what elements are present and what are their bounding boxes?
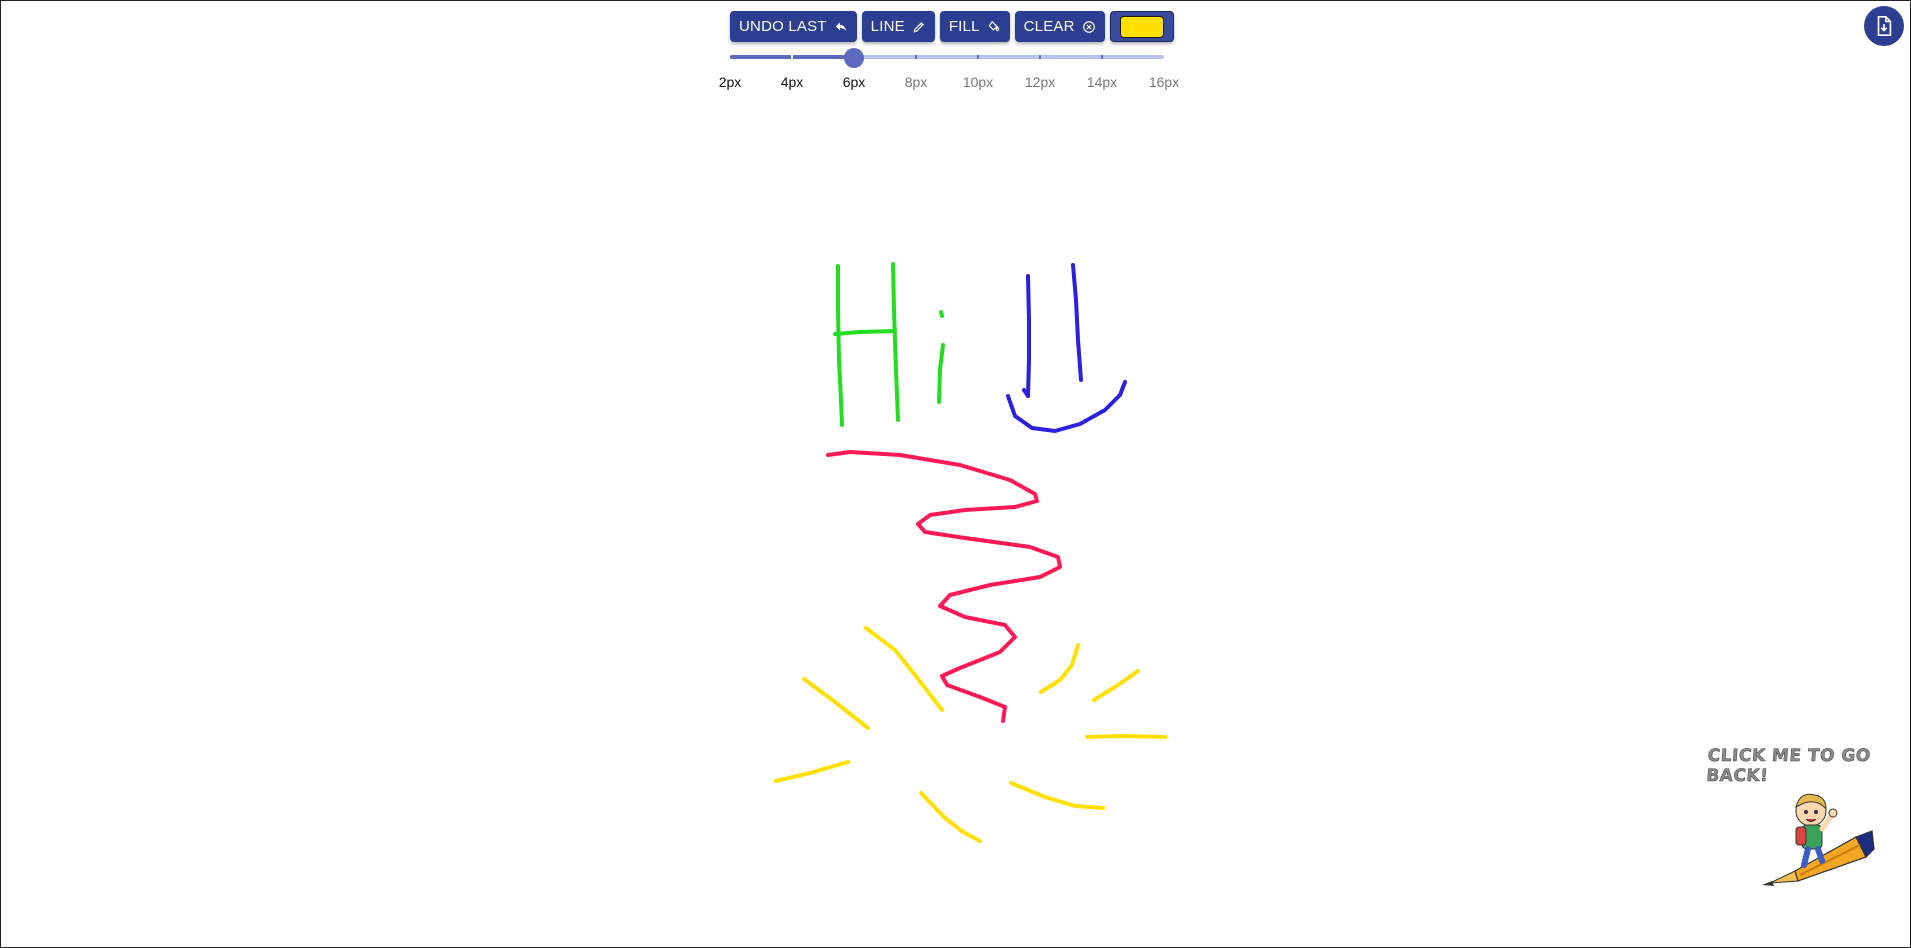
brush-size-label: 16px [1148,74,1180,90]
fill-label: FILL [948,18,980,35]
brush-size-label: 10px [962,74,994,90]
pencil-icon [913,21,924,32]
brush-size-label: 2px [718,74,742,90]
brush-size-label: 12px [1024,74,1056,90]
undo-last-button[interactable]: UNDO LAST [730,11,857,42]
undo-label: UNDO LAST [739,18,827,35]
paint-bucket-icon [988,20,999,31]
selected-color-swatch [1119,15,1164,38]
go-back-link[interactable]: CLICK ME TO GO BACK! [1705,746,1911,787]
brush-size-label: 14px [1086,74,1118,90]
red-stroke [826,450,1062,723]
kid-on-pencil-mascot[interactable] [1760,785,1880,895]
brush-size-label: 8px [904,74,928,90]
green-strokes [833,262,945,427]
fill-button[interactable]: FILL [939,11,1010,42]
close-circle-icon [1082,20,1095,33]
download-button[interactable] [1864,6,1904,46]
brush-size-label: 6px [842,74,866,90]
line-button[interactable]: LINE [861,11,935,42]
toolbar: UNDO LAST LINE FILL CLEAR [730,11,1174,42]
slider-mark [915,55,917,59]
clear-label: CLEAR [1023,18,1075,35]
brush-size-slider[interactable] [730,48,1164,68]
color-picker-button[interactable] [1109,11,1174,42]
undo-arrow-icon [835,21,846,31]
clear-button[interactable]: CLEAR [1014,11,1105,42]
drawing-canvas[interactable] [0,0,1911,948]
yellow-strokes [774,626,1167,843]
slider-mark [1039,55,1041,59]
file-download-icon [1877,16,1892,36]
slider-mark [1101,55,1103,59]
slider-mark [977,55,979,59]
blue-strokes [1006,263,1127,433]
slider-thumb[interactable] [844,48,864,68]
line-label: LINE [870,18,905,35]
brush-size-label: 4px [780,74,804,90]
slider-mark [791,55,793,59]
